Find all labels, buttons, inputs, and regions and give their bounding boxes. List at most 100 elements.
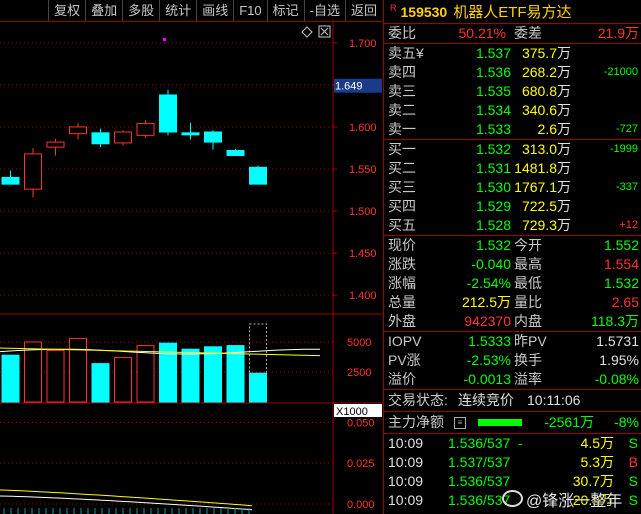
weibi-label: 委比 — [388, 25, 416, 41]
iopv-row: IOPV 1.5333 昨PV 1.5731 — [384, 332, 641, 351]
candle-body — [24, 153, 42, 190]
ask-label: 卖五¥ — [388, 45, 424, 61]
candlestick-chart[interactable]: 1.7001.6501.6001.5501.5001.4501.4001.649… — [0, 22, 382, 514]
stat-label-2: 今开 — [514, 237, 542, 253]
tick-price: 1.536/537 — [448, 435, 511, 451]
stat-value-2: 2.65 — [611, 294, 639, 310]
stat-label: 涨幅 — [388, 275, 416, 291]
flow-line — [0, 489, 253, 507]
toolbar-fuquan[interactable]: 复权 — [48, 0, 85, 21]
ask-volume: 375.7万 — [521, 45, 571, 61]
chart-axes: 1.7001.6501.6001.5501.5001.4501.4001.649… — [163, 25, 382, 511]
bid-volume: 313.0万 — [521, 141, 571, 157]
volume-bars — [0, 323, 321, 403]
bid-row[interactable]: 买五 1.528 729.3万 +12 — [384, 216, 641, 235]
ask-row[interactable]: 卖二 1.534 340.6万 — [384, 101, 641, 120]
iopv-row: PV涨 -2.53% 换手 1.95% — [384, 351, 641, 370]
price-tick-label: 1.450 — [349, 248, 377, 260]
candle-body — [91, 132, 110, 145]
ask-book: 卖五¥ 1.537 375.7万 卖四 1.536 268.2万 -21000 卖三 1.535… — [384, 44, 641, 140]
bid-row[interactable]: 买三 1.530 1767.1万 -337 — [384, 178, 641, 197]
ask-price: 1.536 — [475, 64, 511, 80]
stat-label-2: 最高 — [514, 256, 542, 272]
iopv-value: -2.53% — [466, 352, 511, 368]
volume-bar — [69, 337, 87, 403]
toolbar-f10[interactable]: F10 — [233, 0, 266, 21]
tick-side: S — [628, 473, 638, 489]
tick-time: 10:09 — [388, 435, 424, 451]
bid-price: 1.530 — [475, 179, 511, 195]
toolbar-remove-watchlist[interactable]: -自选 — [303, 0, 345, 21]
ask-row[interactable]: 卖四 1.536 268.2万 -21000 — [384, 63, 641, 82]
security-code[interactable]: 159530 — [401, 4, 448, 20]
volume-bar — [24, 341, 42, 403]
marker-dot — [163, 38, 166, 41]
iopv-label-2: 昨PV — [514, 333, 547, 349]
iopv-row: 溢价 -0.0013 溢率 -0.08% — [384, 370, 641, 389]
bid-unit: 万 — [557, 179, 571, 195]
bid-row[interactable]: 买四 1.529 722.5万 — [384, 197, 641, 216]
tick-volume: 5.3万 — [580, 454, 614, 470]
weibi-value: 50.21% — [458, 25, 506, 41]
ask-price: 1.535 — [475, 83, 511, 99]
ask-row[interactable]: 卖一 1.533 2.6万 -727 — [384, 120, 641, 139]
stat-row: 涨跌 -0.040 最高 1.554 — [384, 255, 641, 274]
stat-row: 外盘 942370 内盘 118.3万 — [384, 312, 641, 331]
ask-row[interactable]: 卖三 1.535 680.8万 — [384, 82, 641, 101]
bid-row[interactable]: 买二 1.531 1481.8万 — [384, 159, 641, 178]
tick-volume: 4.5万 — [580, 435, 614, 451]
stat-row: 现价 1.532 今开 1.552 — [384, 236, 641, 255]
candle-body — [46, 141, 65, 148]
ask-change: -727 — [615, 123, 638, 135]
quote-stats: 现价 1.532 今开 1.552 涨跌 -0.040 最高 1.554 涨幅 -2.54% 最低 1… — [384, 236, 641, 332]
volume-bar — [91, 363, 110, 403]
menu-icon[interactable]: ≡ — [454, 417, 466, 429]
ask-label: 卖四 — [388, 64, 416, 80]
volume-bar — [46, 349, 65, 403]
weicha-label: 委差 — [514, 25, 542, 41]
candle-body — [136, 123, 155, 136]
candle-body — [204, 131, 222, 143]
toolbar-multi-stock[interactable]: 多股 — [122, 0, 159, 21]
stat-label: 外盘 — [388, 313, 416, 329]
trade-status-label: 交易状态: — [388, 392, 448, 408]
tick-time: 10:09 — [388, 492, 424, 508]
volume-bar — [204, 346, 222, 403]
current-price-label: 1.649 — [335, 81, 363, 93]
bid-price: 1.532 — [475, 141, 511, 157]
watermark: @锋涨一整年 — [502, 487, 622, 511]
ask-label: 卖一 — [388, 121, 416, 137]
stat-label-2: 内盘 — [514, 313, 542, 329]
ask-price: 1.537 — [475, 45, 511, 61]
toolbar-stats[interactable]: 统计 — [159, 0, 196, 21]
iopv-value-2: 1.5731 — [596, 333, 639, 349]
iopv-label-2: 溢率 — [514, 371, 542, 387]
candle-body — [114, 131, 132, 144]
bid-change: -1999 — [609, 143, 638, 155]
bid-volume: 1481.8万 — [514, 160, 571, 176]
candles — [1, 89, 267, 198]
net-flow-bar — [478, 419, 522, 426]
bid-row[interactable]: 买一 1.532 313.0万 -1999 — [384, 140, 641, 159]
stat-value-2: 1.532 — [603, 275, 639, 291]
stat-value: 1.532 — [475, 237, 511, 253]
bid-volume: 722.5万 — [521, 198, 571, 214]
price-tick-label: 1.500 — [349, 206, 377, 218]
toolbar-overlay[interactable]: 叠加 — [85, 0, 122, 21]
security-name[interactable]: 机器人ETF易方达 — [453, 1, 571, 22]
bid-label: 买五 — [388, 217, 416, 233]
ask-unit: 万 — [557, 83, 571, 99]
toolbar-back[interactable]: 返回 — [344, 0, 382, 21]
chart-toolbar: 复权 叠加 多股 统计 画线 F10 标记 -自选 返回 — [0, 0, 382, 22]
price-tick-label: 1.600 — [349, 122, 377, 134]
bid-price: 1.529 — [475, 198, 511, 214]
tick-time: 10:09 — [388, 473, 424, 489]
price-tick-label: 1.700 — [349, 38, 377, 50]
stat-value: 942370 — [464, 313, 511, 329]
security-header: R 159530 机器人ETF易方达 — [384, 0, 641, 24]
toolbar-mark[interactable]: 标记 — [266, 0, 304, 21]
toolbar-draw-line[interactable]: 画线 — [196, 0, 233, 21]
tick-side: S — [628, 492, 638, 508]
ask-row[interactable]: 卖五¥ 1.537 375.7万 — [384, 44, 641, 63]
selection-box — [249, 323, 267, 374]
